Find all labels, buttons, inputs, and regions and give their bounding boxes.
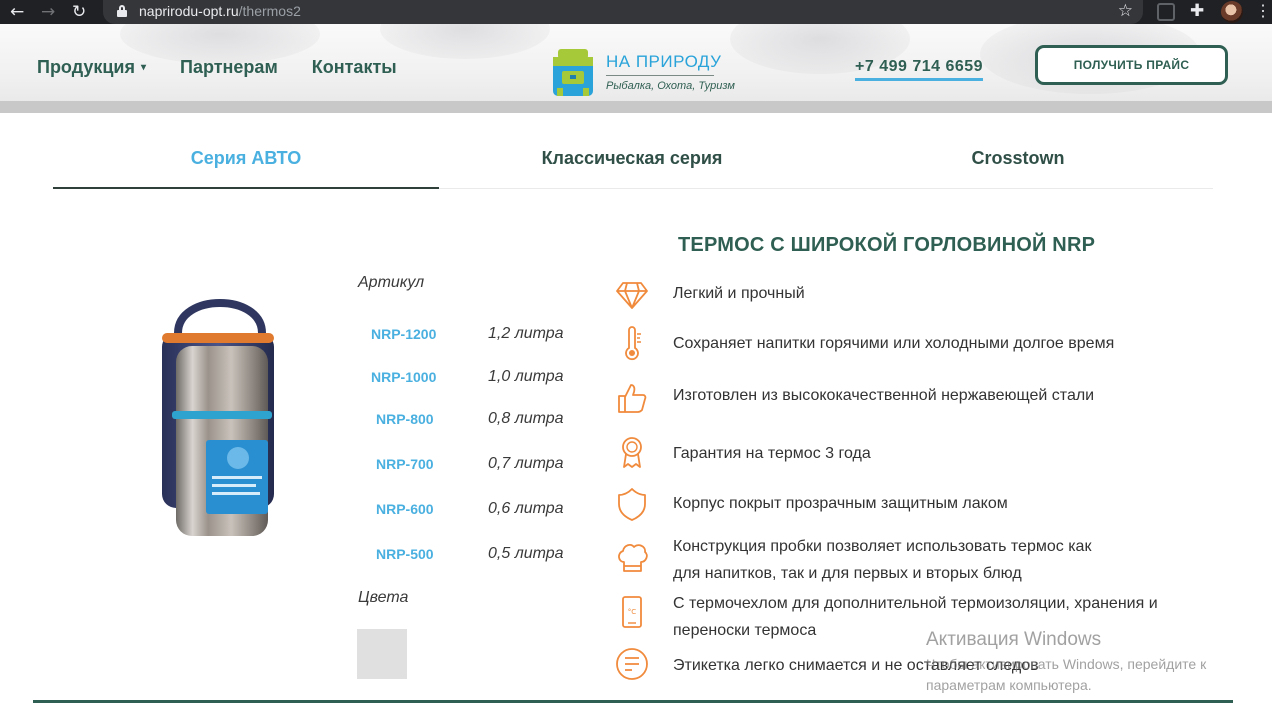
forward-icon[interactable]: →: [41, 2, 55, 22]
profile-avatar[interactable]: [1221, 1, 1243, 23]
address-bar[interactable]: naprirodu-opt.ru/thermos2 ☆: [103, 0, 1143, 24]
site-header: Продукция ▾ Партнерам Контакты НА ПРИРОДУ…: [0, 24, 1272, 113]
chef-hat-icon: [618, 544, 648, 572]
nav-item-products[interactable]: Продукция ▾: [37, 57, 146, 78]
nav-item-label: Продукция: [37, 57, 135, 77]
feature-text: С термочехлом для дополнительной термоиз…: [673, 595, 1158, 612]
label-icon: [616, 648, 648, 680]
award-icon: [622, 437, 642, 468]
nav-item-partners[interactable]: Партнерам: [180, 57, 278, 78]
lock-icon[interactable]: [117, 5, 127, 17]
thumbs-up-icon: [618, 384, 647, 413]
reload-icon[interactable]: ↻: [72, 2, 86, 22]
backpack-icon: [553, 49, 593, 96]
url-host: naprirodu-opt.ru: [139, 3, 239, 19]
site-logo[interactable]: НА ПРИРОДУ Рыбалка, Охота, Туризм: [549, 48, 735, 100]
activation-watermark-text: Чтобы активировать Windows, перейдите к …: [926, 654, 1206, 696]
activation-watermark-title: Активация Windows: [926, 629, 1102, 650]
feature-text: Изготовлен из высококачественной нержаве…: [673, 387, 1095, 404]
sku-nrp-500[interactable]: NRP-500: [376, 546, 434, 562]
product-title: ТЕРМОС С ШИРОКОЙ ГОРЛОВИНОЙ NRP: [678, 234, 1096, 256]
volume-label: 1,2 литра: [488, 325, 564, 342]
diamond-icon: [616, 282, 648, 309]
color-swatch[interactable]: [357, 629, 407, 679]
phone-link[interactable]: +7 499 714 6659: [855, 58, 984, 81]
shield-icon: [618, 488, 646, 521]
thermometer-icon: [625, 326, 641, 361]
volume-label: 1,0 литра: [488, 368, 564, 385]
feature-text: Легкий и прочный: [673, 285, 805, 302]
tab-crosstown[interactable]: Crosstown: [825, 143, 1211, 189]
feature-text: Гарантия на термос 3 года: [673, 445, 871, 462]
phone-temp-icon: °C: [622, 596, 642, 628]
volume-label: 0,6 литра: [488, 500, 564, 517]
feature-text: Сохраняет напитки горячими или холодными…: [673, 335, 1115, 352]
main-nav: Продукция ▾ Партнерам Контакты: [37, 57, 431, 78]
logo-brand: НА ПРИРОДУ: [606, 52, 722, 71]
sku-nrp-1000[interactable]: NRP-1000: [371, 369, 436, 385]
sku-nrp-800[interactable]: NRP-800: [376, 411, 434, 427]
logo-tagline: Рыбалка, Охота, Туризм: [606, 80, 735, 92]
feature-text: Корпус покрыт прозрачным защитным лаком: [673, 495, 1008, 512]
tab-classic-series[interactable]: Классическая серия: [439, 143, 825, 189]
sku-nrp-600[interactable]: NRP-600: [376, 501, 434, 517]
puzzle-icon[interactable]: ✚: [1190, 1, 1208, 20]
menu-icon[interactable]: ⋮: [1255, 2, 1271, 22]
volume-label: 0,7 литра: [488, 455, 564, 472]
url-text[interactable]: naprirodu-opt.ru/thermos2: [139, 3, 301, 19]
feature-text: для напитков, так и для первых и вторых …: [673, 565, 1022, 582]
back-icon[interactable]: ←: [10, 2, 24, 22]
extension-icon[interactable]: [1157, 3, 1175, 21]
nav-item-contacts[interactable]: Контакты: [312, 57, 397, 78]
colors-label: Цвета: [358, 589, 409, 606]
product-image: [162, 299, 274, 536]
browser-toolbar: ← → ↻ naprirodu-opt.ru/thermos2 ☆ ✚ ⋮: [0, 0, 1272, 24]
tab-auto-series[interactable]: Серия АВТО: [53, 143, 439, 189]
volume-label: 0,8 литра: [488, 410, 564, 427]
volume-label: 0,5 литра: [488, 545, 564, 562]
feature-text: переноски термоса: [673, 622, 817, 639]
series-tabs: Серия АВТО Классическая серия Crosstown: [53, 143, 1213, 189]
activation-watermark-line: параметрам компьютера.: [926, 677, 1092, 693]
bookmark-star-icon[interactable]: ☆: [1118, 1, 1133, 21]
header-decoration: [380, 24, 550, 59]
url-path: /thermos2: [238, 3, 301, 19]
logo-divider: [606, 75, 714, 76]
feature-text: Конструкция пробки позволяет использоват…: [673, 538, 1092, 555]
sku-nrp-1200[interactable]: NRP-1200: [371, 326, 436, 342]
activation-watermark-line: Чтобы активировать Windows, перейдите к: [926, 656, 1207, 672]
sku-nrp-700[interactable]: NRP-700: [376, 456, 434, 472]
article-label: Артикул: [358, 274, 425, 291]
svg-text:°C: °C: [628, 608, 637, 616]
get-price-button[interactable]: ПОЛУЧИТЬ ПРАЙС: [1035, 45, 1228, 85]
caret-down-icon: ▾: [141, 62, 147, 73]
